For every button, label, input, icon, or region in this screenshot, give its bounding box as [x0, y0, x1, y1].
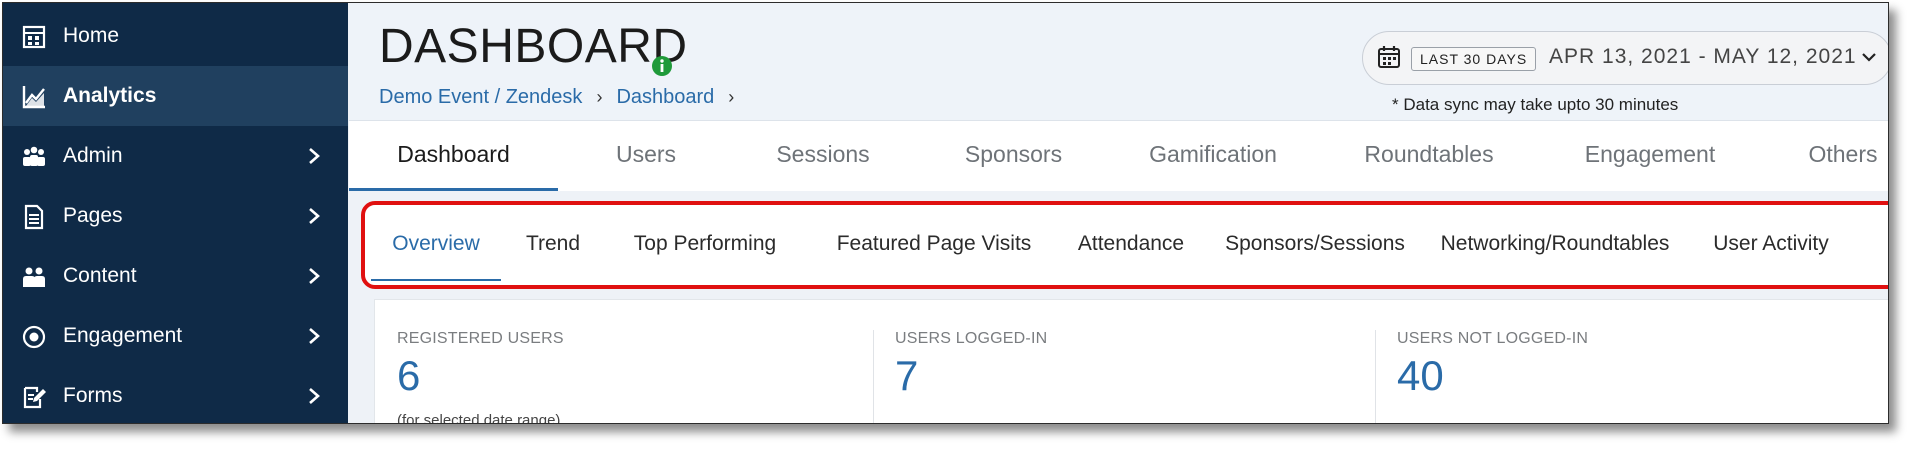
- home-grid-icon: [21, 24, 47, 50]
- chevron-right-icon: [305, 266, 323, 286]
- chevron-right-icon: ›: [596, 87, 603, 107]
- document-icon: [21, 204, 47, 230]
- subtab-top-performing[interactable]: Top Performing: [605, 205, 805, 281]
- sidebar-item-label: Engagement: [63, 324, 183, 347]
- stat-label: REGISTERED USERS: [397, 330, 564, 347]
- breadcrumb: Demo Event / Zendesk › Dashboard ›: [379, 86, 748, 109]
- breadcrumb-link-event[interactable]: Demo Event / Zendesk: [379, 86, 582, 109]
- subtab-overview[interactable]: Overview: [371, 205, 501, 281]
- app-window: Home Analytics Admin Pages Content Engag…: [2, 2, 1889, 424]
- sidebar-item-label: Content: [63, 264, 137, 287]
- sidebar-item-analytics[interactable]: Analytics: [3, 66, 348, 126]
- subtab-networking-roundtables[interactable]: Networking/Roundtables: [1431, 205, 1679, 281]
- stat-users-logged-in: USERS LOGGED-IN 7: [873, 300, 1373, 423]
- sidebar-item-label: Analytics: [63, 84, 157, 107]
- tab-dashboard[interactable]: Dashboard: [349, 121, 558, 191]
- sidebar-item-home[interactable]: Home: [3, 6, 348, 66]
- tab-others[interactable]: Others: [1763, 121, 1888, 191]
- stats-panel: REGISTERED USERS 6 (for selected date ra…: [374, 299, 1888, 424]
- subtab-sponsors-sessions[interactable]: Sponsors/Sessions: [1215, 205, 1415, 281]
- tab-gamification[interactable]: Gamification: [1113, 121, 1313, 191]
- main-content: DASHBOARD Demo Event / Zendesk › Dashboa…: [349, 3, 1888, 423]
- subtab-attendance[interactable]: Attendance: [1061, 205, 1201, 281]
- tab-sessions[interactable]: Sessions: [743, 121, 903, 191]
- sidebar-item-admin[interactable]: Admin: [3, 126, 348, 186]
- subtabs-highlight: Overview Trend Top Performing Featured P…: [361, 201, 1888, 289]
- date-range-badge: LAST 30 DAYS: [1411, 47, 1537, 71]
- chevron-down-icon: [1861, 49, 1877, 65]
- chevron-right-icon: [305, 206, 323, 226]
- calendar-icon: [1377, 45, 1401, 69]
- line-chart-icon: [21, 84, 47, 110]
- date-range-picker[interactable]: LAST 30 DAYS APR 13, 2021 - MAY 12, 2021: [1362, 31, 1888, 85]
- target-icon: [21, 324, 47, 350]
- breadcrumb-link-dashboard[interactable]: Dashboard: [616, 86, 714, 109]
- edit-form-icon: [21, 384, 47, 410]
- subtab-user-activity[interactable]: User Activity: [1691, 205, 1851, 281]
- stat-value: 7: [895, 352, 919, 399]
- tab-users[interactable]: Users: [571, 121, 721, 191]
- page-header: DASHBOARD Demo Event / Zendesk › Dashboa…: [349, 3, 1888, 120]
- stat-users-not-logged-in: USERS NOT LOGGED-IN 40: [1375, 300, 1875, 423]
- chevron-right-icon: [305, 326, 323, 346]
- tab-sponsors[interactable]: Sponsors: [926, 121, 1101, 191]
- sidebar-item-label: Forms: [63, 384, 123, 407]
- stat-note: (for selected date range): [397, 412, 561, 424]
- sidebar-item-engagement[interactable]: Engagement: [3, 306, 348, 366]
- sidebar-item-forms[interactable]: Forms: [3, 366, 348, 423]
- primary-tabs: Dashboard Users Sessions Sponsors Gamifi…: [349, 120, 1888, 191]
- stat-registered-users: REGISTERED USERS 6 (for selected date ra…: [375, 300, 870, 424]
- sidebar-item-label: Pages: [63, 204, 123, 227]
- chevron-right-icon: ›: [728, 87, 735, 107]
- sidebar: Home Analytics Admin Pages Content Engag…: [3, 3, 348, 423]
- stat-label: USERS NOT LOGGED-IN: [1397, 330, 1589, 347]
- stat-label: USERS LOGGED-IN: [895, 330, 1048, 347]
- sync-note: * Data sync may take upto 30 minutes: [1392, 95, 1679, 114]
- sidebar-item-pages[interactable]: Pages: [3, 186, 348, 246]
- tab-roundtables[interactable]: Roundtables: [1324, 121, 1534, 191]
- chevron-right-icon: [305, 386, 323, 406]
- chevron-right-icon: [305, 146, 323, 166]
- page-title: DASHBOARD: [379, 20, 688, 73]
- date-range-value: APR 13, 2021 - MAY 12, 2021: [1549, 45, 1857, 68]
- stat-value: 40: [1397, 352, 1444, 399]
- sidebar-item-content[interactable]: Content: [3, 246, 348, 306]
- tab-engagement[interactable]: Engagement: [1545, 121, 1755, 191]
- sidebar-item-label: Admin: [63, 144, 123, 167]
- info-icon[interactable]: [651, 55, 673, 77]
- subtab-featured-page-visits[interactable]: Featured Page Visits: [819, 205, 1049, 281]
- sidebar-item-label: Home: [63, 24, 120, 47]
- users-group-icon: [21, 144, 47, 170]
- stat-value: 6: [397, 352, 421, 399]
- people-icon: [21, 264, 47, 290]
- subtab-trend[interactable]: Trend: [513, 205, 593, 281]
